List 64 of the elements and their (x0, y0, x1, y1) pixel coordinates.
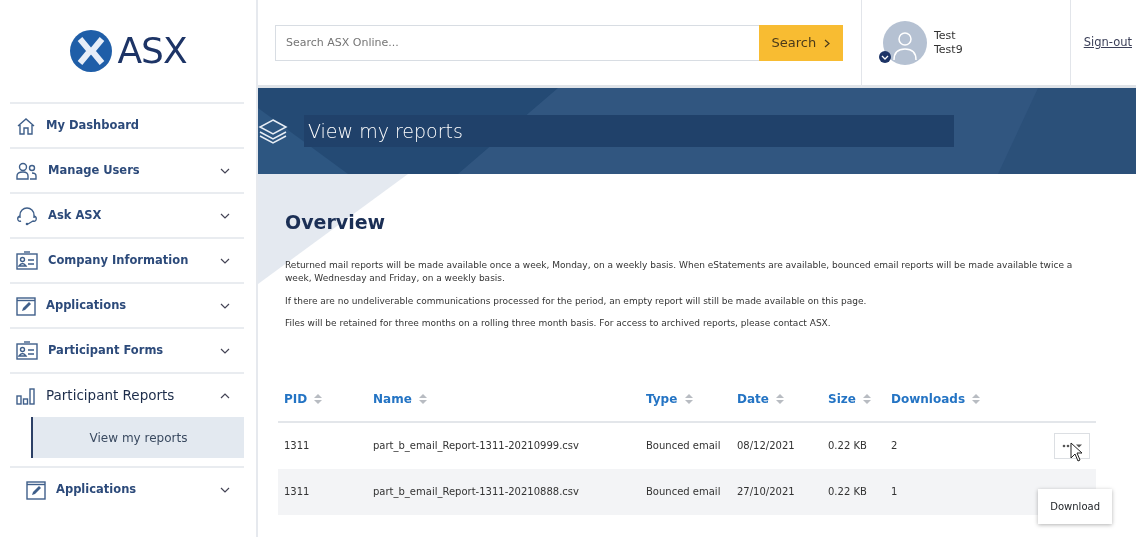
table-cell-text: part_b_email_Report-1311-20210888.csv (373, 485, 580, 499)
sidebar-item[interactable]: Applications (10, 466, 244, 511)
sidebar-item[interactable]: Ask ASX (10, 192, 244, 237)
sort-icon (314, 393, 323, 405)
chevron-icon (220, 257, 230, 264)
chevron-icon (220, 486, 230, 493)
headset-icon (16, 205, 38, 226)
cursor-icon (1070, 441, 1084, 462)
logo-icon (69, 29, 114, 73)
column-header[interactable]: Downloads (891, 389, 1011, 408)
sort-icon (776, 393, 785, 405)
chevron-icon (220, 302, 230, 309)
page-title: View my reports (308, 118, 463, 144)
sidebar-item[interactable]: Manage Users (10, 147, 244, 192)
paragraph: Returned mail reports will be made available once a week, Monday, on a weekly basis. When eStatements are available, bounced email reports will be made available twice a week, Wednesday and Friday, on a weekly basis. (285, 258, 1074, 285)
logo-text: ASX (117, 33, 187, 69)
table-cell-text: 1 (891, 485, 899, 499)
sidebar-item[interactable]: Participant Forms (10, 327, 244, 372)
column-header[interactable]: Name (373, 389, 646, 408)
table-cell-text: Bounced email (646, 439, 722, 453)
more-icon (1061, 442, 1083, 449)
sort-icon (684, 393, 693, 405)
pencil-icon (16, 295, 36, 316)
pencil-icon (26, 479, 46, 500)
id-card-icon (16, 250, 38, 271)
table-cell-text: 08/12/2021 (737, 439, 796, 453)
sidebar-item[interactable]: Company Information (10, 237, 244, 282)
table-cell-text: part_b_email_Report-1311-20210999.csv (373, 439, 580, 453)
table-cell-text: 0.22 KB (828, 485, 868, 499)
sort-icon (418, 393, 427, 405)
sidebar-item[interactable]: My Dashboard (10, 102, 244, 147)
chevron-icon (220, 392, 230, 399)
bar-chart-icon (16, 385, 36, 406)
section-heading: Overview (285, 210, 387, 235)
table-cell-text: 2 (891, 439, 899, 453)
sign-out-link[interactable]: Sign-out (1083, 33, 1132, 52)
column-header[interactable]: Size (828, 389, 891, 408)
table-cell-text: 27/10/2021 (737, 485, 796, 499)
paragraph: If there are no undeliverable communications processed for the period, an empty report will still be made available on this page. (285, 294, 868, 308)
paragraph: Files will be retained for three months on a rolling three month basis. For access to archived reports, please contact ASX. (285, 317, 832, 330)
table-cell-text: 1311 (284, 485, 311, 499)
id-card-icon (16, 340, 38, 361)
sort-icon (972, 393, 981, 405)
search-field[interactable]: Search ASX Online... (275, 24, 759, 61)
sort-icon (863, 393, 872, 405)
chevron-icon (220, 347, 230, 354)
table-cell-text: Bounced email (646, 485, 722, 499)
user-id: Test9 (934, 42, 963, 56)
column-header[interactable]: Type (646, 389, 737, 408)
chevron-icon (220, 167, 230, 174)
table-cell-text: 0.22 KB (828, 439, 868, 453)
search-button[interactable]: Search (759, 24, 843, 61)
column-header[interactable]: PID (284, 389, 373, 408)
users-icon (16, 160, 38, 181)
submenu-item[interactable]: View my reports (31, 417, 244, 458)
menu-item[interactable]: Download (1050, 498, 1100, 514)
table-cell-text: 1311 (284, 439, 311, 453)
home-icon (16, 115, 36, 136)
chevron-icon (220, 212, 230, 219)
chevron-icon (824, 38, 831, 48)
avatar[interactable] (878, 19, 928, 66)
column-header[interactable]: Date (737, 389, 828, 408)
user-name: Test (934, 29, 957, 43)
sidebar-item[interactable]: Applications (10, 282, 244, 327)
